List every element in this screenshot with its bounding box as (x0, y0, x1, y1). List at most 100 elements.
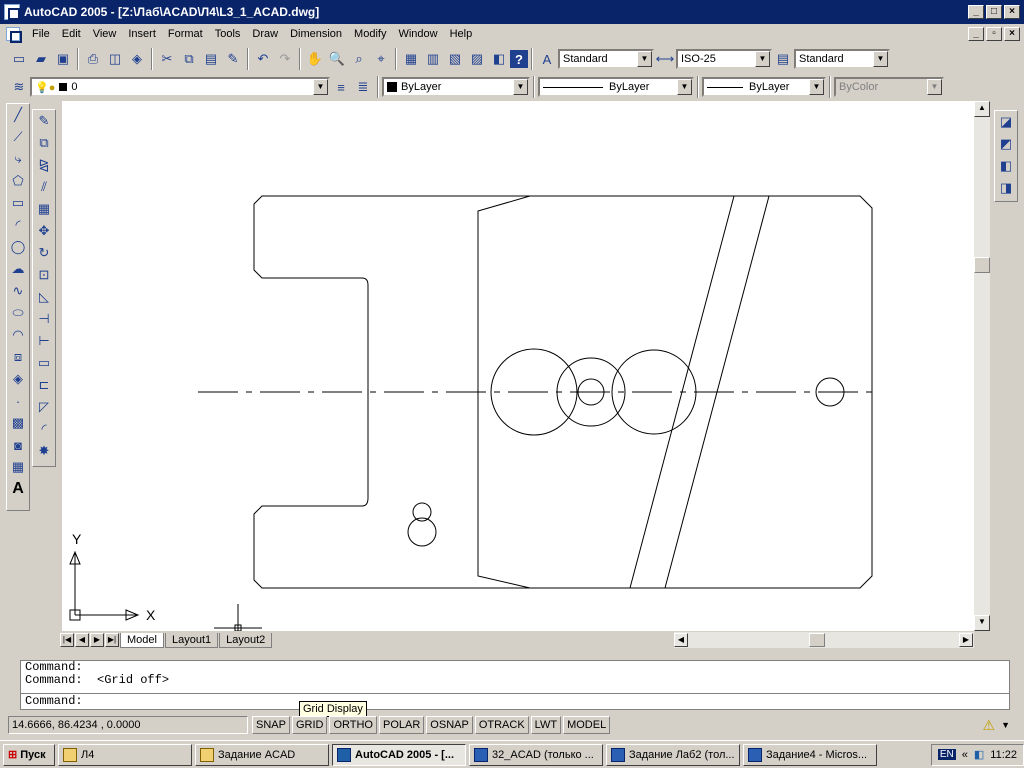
start-button[interactable]: ⊞ Пуск (3, 743, 55, 766)
menu-insert[interactable]: Insert (122, 25, 162, 43)
region-icon[interactable]: ◙ (7, 434, 29, 456)
status-menu-icon[interactable]: ▼ (1001, 720, 1010, 730)
hatch-icon[interactable]: ▩ (7, 412, 29, 434)
move-icon[interactable]: ✥ (33, 220, 55, 242)
task-word-lab2[interactable]: Задание Лаб2 (тол... (606, 743, 740, 766)
tab-last-button[interactable]: ▶| (105, 633, 119, 647)
polar-toggle[interactable]: POLAR (379, 716, 425, 734)
snap-toggle[interactable]: SNAP (252, 716, 290, 734)
properties-icon[interactable]: ▦ (400, 48, 422, 70)
text-style-select[interactable]: Standard ▼ (558, 49, 654, 69)
scale-icon[interactable]: ⊡ (33, 264, 55, 286)
extend-icon[interactable]: ⊢ (33, 330, 55, 352)
minimize-button[interactable]: _ (968, 5, 984, 19)
polyline-icon[interactable]: ⤷ (7, 148, 29, 170)
insert-block-icon[interactable]: ⧈ (7, 346, 29, 368)
vertical-scrollbar[interactable]: ▲ ▼ (974, 101, 990, 631)
doc-restore-button[interactable]: ▫ (986, 27, 1002, 41)
linetype-select[interactable]: ByLayer ▼ (538, 77, 694, 97)
close-button[interactable]: × (1004, 5, 1020, 19)
lineweight-select[interactable]: ByLayer ▼ (702, 77, 826, 97)
trim-icon[interactable]: ⊣ (33, 308, 55, 330)
plot-preview-icon[interactable]: ◫ (104, 48, 126, 70)
menu-window[interactable]: Window (392, 25, 443, 43)
help-icon[interactable]: ? (510, 50, 528, 68)
offset-icon[interactable]: ⫽ (33, 176, 55, 198)
communication-center-icon[interactable]: ⚠ (983, 717, 996, 734)
tab-layout2[interactable]: Layout2 (219, 632, 273, 648)
horizontal-scroll-thumb[interactable] (809, 633, 825, 647)
scroll-down-button[interactable]: ▼ (974, 615, 990, 631)
dim-style-icon[interactable]: ⟷ (654, 48, 676, 70)
layer-manager-icon[interactable]: ≋ (8, 76, 30, 98)
dim-style-select[interactable]: ISO-25 ▼ (676, 49, 772, 69)
explode-icon[interactable]: ✸ (33, 440, 55, 462)
point-icon[interactable]: · (7, 390, 29, 412)
bring-above-icon[interactable]: ◧ (995, 155, 1017, 177)
make-block-icon[interactable]: ◈ (7, 368, 29, 390)
lwt-toggle[interactable]: LWT (530, 716, 562, 734)
paste-icon[interactable]: ▤ (200, 48, 222, 70)
osnap-toggle[interactable]: OSNAP (426, 716, 473, 734)
scroll-up-button[interactable]: ▲ (974, 101, 990, 117)
copy-icon[interactable]: ⧉ (178, 48, 200, 70)
join-icon[interactable]: ⊏ (33, 374, 55, 396)
menu-dimension[interactable]: Dimension (284, 25, 348, 43)
open-icon[interactable]: ▰ (30, 48, 52, 70)
model-toggle[interactable]: MODEL (563, 716, 611, 734)
fillet-icon[interactable]: ◜ (33, 418, 55, 440)
document-icon[interactable] (6, 27, 22, 43)
ellipse-arc-icon[interactable]: ◠ (7, 324, 29, 346)
stretch-icon[interactable]: ◺ (33, 286, 55, 308)
layer-previous-icon[interactable]: ≣ (352, 76, 374, 98)
text-style-icon[interactable]: A (536, 48, 558, 70)
redo-icon[interactable]: ↷ (274, 48, 296, 70)
task-word-32acad[interactable]: 32_ACAD (только ... (469, 743, 603, 766)
rotate-icon[interactable]: ↻ (33, 242, 55, 264)
menu-help[interactable]: Help (444, 25, 479, 43)
layer-select[interactable]: 💡● 0 ▼ (30, 77, 330, 97)
maximize-button[interactable]: □ (986, 5, 1002, 19)
tray-expand-icon[interactable]: « (962, 749, 968, 761)
copy-object-icon[interactable]: ⧉ (33, 132, 55, 154)
zoom-previous-icon[interactable]: ⌖ (370, 48, 392, 70)
tool-palettes-icon[interactable]: ▧ (444, 48, 466, 70)
menu-modify[interactable]: Modify (348, 25, 392, 43)
multiline-text-icon[interactable]: A (7, 478, 29, 500)
menu-file[interactable]: File (26, 25, 56, 43)
otrack-toggle[interactable]: OTRACK (474, 716, 529, 734)
save-icon[interactable]: ▣ (52, 48, 74, 70)
spline-icon[interactable]: ∿ (7, 280, 29, 302)
color-select[interactable]: ByLayer ▼ (382, 77, 530, 97)
tab-first-button[interactable]: |◀ (60, 633, 74, 647)
new-icon[interactable]: ▭ (8, 48, 30, 70)
coordinates-display[interactable]: 14.6666, 86.4234 , 0.0000 (8, 716, 248, 734)
task-word-zadanie4[interactable]: Задание4 - Micros... (743, 743, 877, 766)
send-under-icon[interactable]: ◨ (995, 177, 1017, 199)
menu-format[interactable]: Format (162, 25, 209, 43)
markup-icon[interactable]: ◧ (488, 48, 510, 70)
polygon-icon[interactable]: ⬠ (7, 170, 29, 192)
publish-icon[interactable]: ◈ (126, 48, 148, 70)
sheet-set-icon[interactable]: ▨ (466, 48, 488, 70)
task-folder-zadanie[interactable]: Задание ACAD (195, 743, 329, 766)
revision-cloud-icon[interactable]: ☁ (7, 258, 29, 280)
chamfer-icon[interactable]: ◸ (33, 396, 55, 418)
tab-next-button[interactable]: ▶ (90, 633, 104, 647)
table-style-icon[interactable]: ▤ (772, 48, 794, 70)
ellipse-icon[interactable]: ⬭ (7, 302, 29, 324)
autocad-app-icon[interactable] (4, 4, 20, 20)
plot-icon[interactable]: ⎙ (82, 48, 104, 70)
command-window[interactable]: Command: Command: <Grid off> Command: (20, 660, 1010, 710)
menu-edit[interactable]: Edit (56, 25, 87, 43)
design-center-icon[interactable]: ▥ (422, 48, 444, 70)
task-folder-l4[interactable]: Л4 (58, 743, 192, 766)
scroll-right-button[interactable]: ▶ (959, 633, 973, 647)
task-autocad[interactable]: AutoCAD 2005 - [... (332, 743, 466, 766)
circle-icon[interactable]: ◯ (7, 236, 29, 258)
zoom-realtime-icon[interactable]: 🔍 (326, 48, 348, 70)
doc-close-button[interactable]: × (1004, 27, 1020, 41)
table-style-select[interactable]: Standard ▼ (794, 49, 890, 69)
grid-toggle[interactable]: GRID (291, 716, 328, 734)
rectangle-icon[interactable]: ▭ (7, 192, 29, 214)
